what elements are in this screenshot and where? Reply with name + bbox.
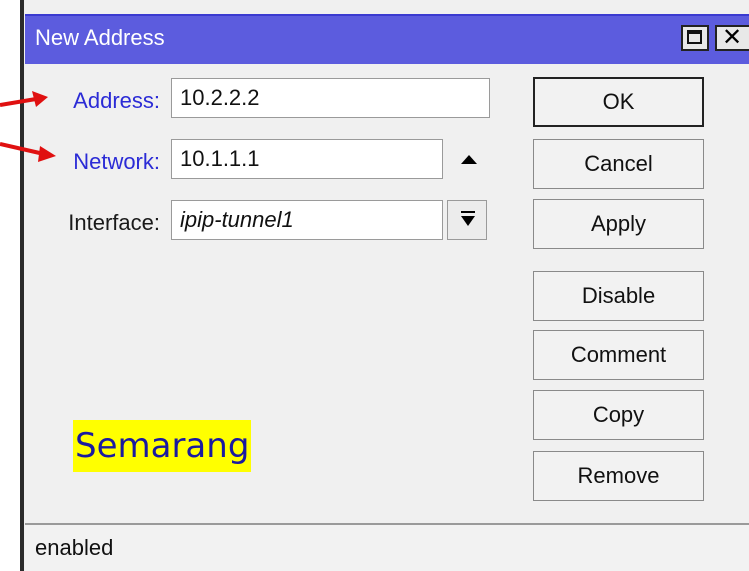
ok-button[interactable]: OK bbox=[533, 77, 704, 127]
dropdown-arrow-icon[interactable] bbox=[447, 200, 487, 240]
window-title: New Address bbox=[35, 25, 165, 50]
copy-button[interactable]: Copy bbox=[533, 390, 704, 440]
arrow-head bbox=[32, 91, 48, 107]
maximize-icon[interactable] bbox=[681, 25, 709, 51]
cancel-button[interactable]: Cancel bbox=[533, 139, 704, 189]
close-icon[interactable]: ✕ bbox=[715, 25, 749, 51]
status-text: enabled bbox=[35, 535, 114, 560]
annotation-arrow-network-icon bbox=[0, 142, 56, 162]
arrow-shaft bbox=[0, 142, 45, 156]
collapse-arrow-up-icon[interactable] bbox=[449, 139, 489, 179]
arrow-head bbox=[38, 146, 56, 162]
annotation-arrow-address-icon bbox=[0, 91, 48, 107]
interface-select[interactable]: ipip-tunnel1 bbox=[171, 200, 443, 240]
dropdown-bar bbox=[461, 211, 475, 213]
dropdown-triangle bbox=[461, 216, 475, 226]
network-field[interactable]: 10.1.1.1 bbox=[171, 139, 443, 179]
title-bar[interactable]: New Address ✕ bbox=[25, 14, 749, 64]
interface-label: Interface: bbox=[68, 210, 160, 235]
arrow-shaft bbox=[0, 97, 37, 107]
location-highlight-label: Semarang bbox=[73, 420, 252, 472]
apply-button[interactable]: Apply bbox=[533, 199, 704, 249]
address-field[interactable]: 10.2.2.2 bbox=[171, 78, 490, 118]
remove-button[interactable]: Remove bbox=[533, 451, 704, 501]
disable-button[interactable]: Disable bbox=[533, 271, 704, 321]
comment-button[interactable]: Comment bbox=[533, 330, 704, 380]
address-label: Address: bbox=[73, 88, 160, 113]
status-bar: enabled bbox=[25, 523, 749, 571]
